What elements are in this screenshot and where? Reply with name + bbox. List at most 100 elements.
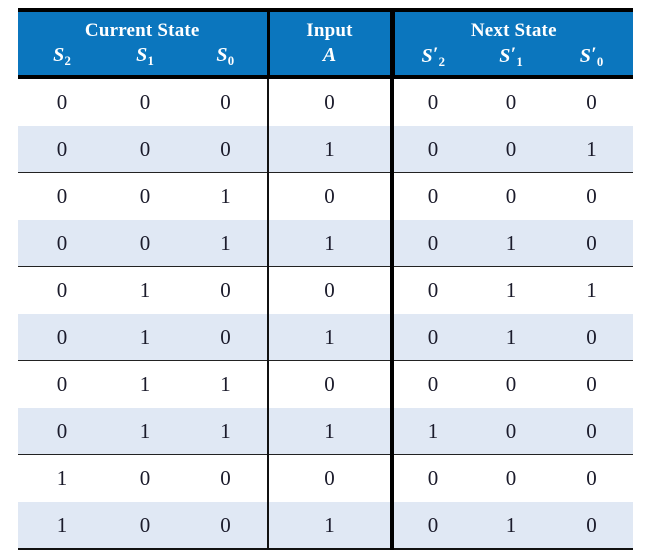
cell-s0: 0 [184, 125, 268, 173]
table-row: 0110000 [18, 360, 634, 408]
cell-s1: 1 [106, 360, 184, 408]
cell-s2: 0 [18, 266, 106, 314]
cell-n0: 0 [550, 407, 634, 455]
cell-n2: 0 [390, 125, 472, 173]
group-header-next-state: Next State [389, 8, 634, 43]
cell-a: 1 [267, 407, 392, 455]
cell-n1: 0 [472, 172, 550, 220]
symbol-next-s1-letter: S [499, 45, 511, 68]
cell-n0: 0 [550, 454, 634, 502]
cell-s0: 0 [184, 454, 268, 502]
state-transition-table-container: Current State Input Next State S2 S1 S0 [18, 8, 634, 550]
symbol-next-s2-subscript: 2 [438, 54, 446, 69]
cell-a: 0 [267, 454, 392, 502]
cell-s2: 0 [18, 76, 106, 126]
cell-n2: 0 [390, 313, 472, 361]
cell-s0: 1 [184, 360, 268, 408]
table-row: 0011010 [18, 219, 634, 267]
cell-s1: 0 [106, 219, 184, 267]
table-row: 0101010 [18, 313, 634, 361]
cell-s1: 0 [106, 172, 184, 220]
cell-n2: 0 [390, 501, 472, 550]
table-row: 0010000 [18, 172, 634, 220]
symbol-a-letter: A [322, 44, 337, 66]
symbol-header-row: S2 S1 S0 A S′2 S′1 S′0 [18, 43, 634, 79]
symbol-next-s2-letter: S [421, 45, 433, 68]
cell-s1: 0 [106, 76, 184, 126]
cell-s2: 0 [18, 313, 106, 361]
cell-a: 1 [267, 219, 392, 267]
table-row: 0000000 [18, 76, 634, 126]
group-label-input: Input [306, 20, 353, 41]
cell-s1: 1 [106, 313, 184, 361]
symbol-s2-subscript: 2 [64, 53, 71, 68]
cell-s2: 0 [18, 360, 106, 408]
cell-s2: 0 [18, 407, 106, 455]
symbol-s1-subscript: 1 [147, 53, 154, 68]
cell-n2: 0 [390, 172, 472, 220]
state-transition-table: Current State Input Next State S2 S1 S0 [18, 8, 634, 550]
cell-n0: 1 [550, 266, 634, 314]
cell-n1: 1 [472, 501, 550, 550]
cell-n1: 0 [472, 360, 550, 408]
cell-s2: 0 [18, 219, 106, 267]
cell-a: 1 [267, 125, 392, 173]
cell-s2: 0 [18, 125, 106, 173]
table-row: 0111100 [18, 407, 634, 455]
cell-n1: 1 [472, 266, 550, 314]
cell-a: 0 [267, 360, 392, 408]
cell-n0: 0 [550, 360, 634, 408]
table-body: 0000000000100100100000011010010001101010… [18, 76, 634, 550]
cell-n0: 0 [550, 313, 634, 361]
cell-s0: 1 [184, 172, 268, 220]
table-row: 1000000 [18, 454, 634, 502]
cell-n0: 0 [550, 501, 634, 550]
cell-n1: 0 [472, 76, 550, 126]
cell-n2: 0 [390, 76, 472, 126]
cell-n1: 0 [472, 454, 550, 502]
cell-s2: 1 [18, 454, 106, 502]
group-header-current-state: Current State [18, 8, 268, 43]
column-header-s0: S0 [184, 43, 268, 79]
table-header: Current State Input Next State S2 S1 S0 [18, 8, 634, 79]
cell-s1: 0 [106, 125, 184, 173]
symbol-s0-letter: S [216, 44, 228, 66]
cell-n0: 0 [550, 219, 634, 267]
symbol-next-s0-subscript: 0 [596, 54, 604, 69]
column-header-next-s0: S′0 [550, 43, 634, 79]
cell-s1: 0 [106, 454, 184, 502]
cell-a: 1 [267, 501, 392, 550]
cell-s2: 0 [18, 172, 106, 220]
cell-a: 0 [267, 76, 392, 126]
table-row: 1001010 [18, 501, 634, 550]
cell-a: 1 [267, 313, 392, 361]
cell-n0: 0 [550, 172, 634, 220]
symbol-s0-subscript: 0 [227, 53, 235, 68]
column-header-next-s2: S′2 [389, 43, 472, 79]
cell-s0: 1 [184, 407, 268, 455]
cell-s1: 1 [106, 407, 184, 455]
cell-s0: 0 [184, 313, 268, 361]
column-header-s2: S2 [18, 43, 106, 79]
table-row: 0001001 [18, 125, 634, 173]
cell-s2: 1 [18, 501, 106, 550]
prime-mark-next-s0: ′ [591, 44, 597, 65]
cell-n1: 1 [472, 219, 550, 267]
group-label-next-state: Next State [470, 20, 557, 41]
cell-a: 0 [267, 266, 392, 314]
symbol-s1-letter: S [136, 44, 148, 66]
cell-s0: 0 [184, 266, 268, 314]
cell-n2: 0 [390, 219, 472, 267]
cell-s0: 0 [184, 501, 268, 550]
cell-n0: 0 [550, 76, 634, 126]
cell-s0: 0 [184, 76, 268, 126]
group-label-current-state: Current State [84, 20, 200, 41]
group-header-input: Input [266, 8, 392, 43]
column-header-a: A [266, 43, 392, 79]
cell-n2: 0 [390, 360, 472, 408]
cell-a: 0 [267, 172, 392, 220]
cell-n1: 0 [472, 125, 550, 173]
symbol-next-s1-subscript: 1 [516, 54, 523, 69]
cell-s0: 1 [184, 219, 268, 267]
cell-n0: 1 [550, 125, 634, 173]
